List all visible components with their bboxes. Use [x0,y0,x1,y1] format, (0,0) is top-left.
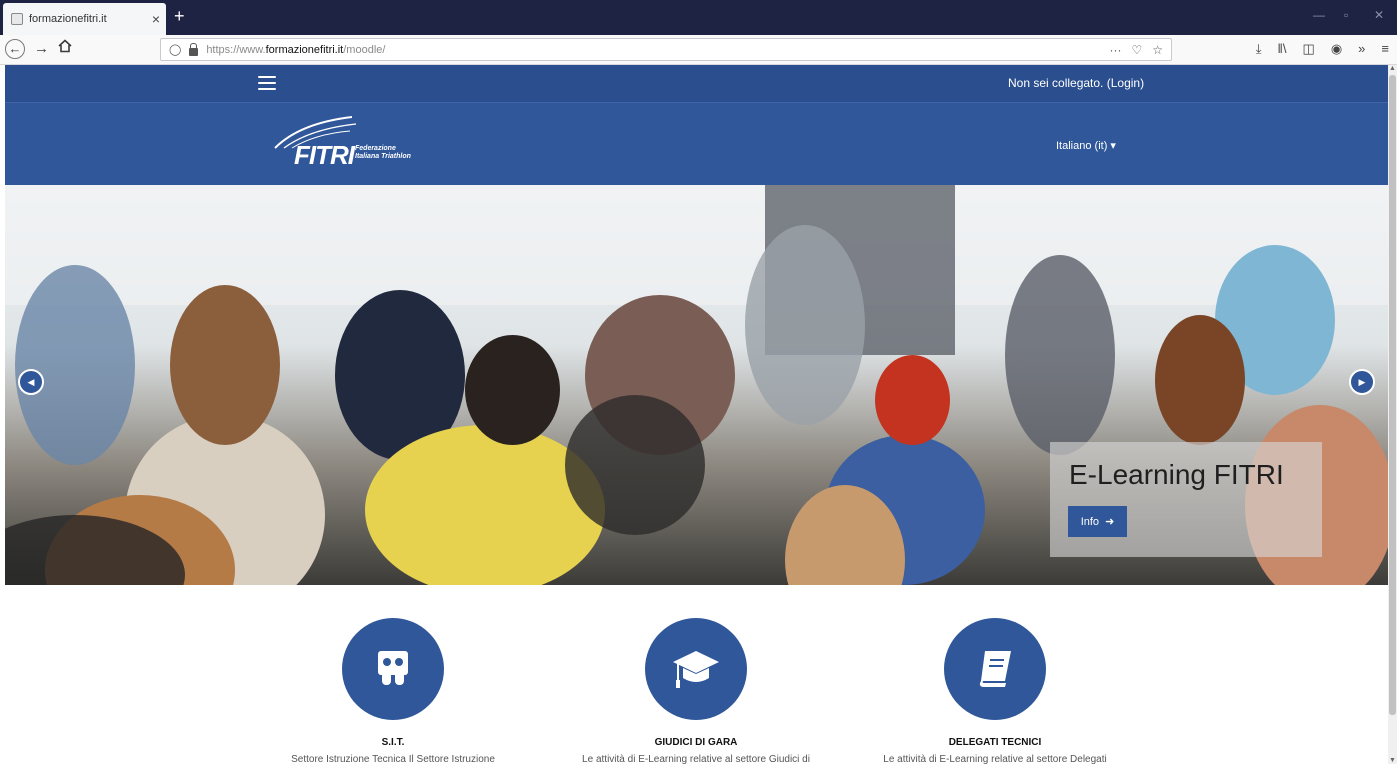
maximize-button[interactable]: ▫ [1344,8,1348,22]
feature-giudici: GIUDICI DI GARA Le attività di E-Learnin… [546,618,846,764]
account-icon[interactable]: ◉ [1331,41,1342,57]
book-icon [979,651,1011,687]
scroll-down-icon[interactable]: ▼ [1388,757,1397,764]
url-bar[interactable]: ◯ https://www. formazionefitri.it /moodl… [160,38,1172,61]
home-icon [58,39,72,53]
browser-tab[interactable]: formazionefitri.it × [3,3,166,35]
feature-delegati: DELEGATI TECNICI Le attività di E-Learni… [845,618,1145,764]
lock-icon [189,42,199,56]
browser-navbar: ← → ◯ https://www. formazionefitri.it /m… [0,35,1397,65]
features-section: S.I.T. Settore Istruzione Tecnica Il Set… [0,585,1388,764]
graduation-cap-icon [673,651,719,688]
arrow-right-icon: ➜ [1105,516,1115,528]
library-icon[interactable]: ‖\ [1278,41,1287,57]
feature-title: GIUDICI DI GARA [654,737,738,748]
feature-delegati-icon-button[interactable] [944,618,1046,720]
feature-giudici-icon-button[interactable] [645,618,747,720]
fitri-logo[interactable]: FITRI Federazione Italiana Triathlon [270,115,440,170]
page-actions-icon[interactable]: ··· [1109,43,1121,57]
bookmark-star-icon[interactable]: ☆ [1152,43,1163,57]
back-button[interactable]: ← [5,39,25,59]
carousel-next-button[interactable]: ▶ [1349,369,1375,395]
page-scrollbar[interactable]: ▲ ▼ [1388,65,1397,764]
info-button[interactable]: Info ➜ [1068,506,1127,537]
scroll-thumb[interactable] [1389,75,1396,715]
feature-sit-icon-button[interactable] [342,618,444,720]
url-prefix: https://www. [206,43,266,56]
new-tab-button[interactable]: + [174,6,185,27]
favicon-icon [11,13,23,25]
logo-text: FITRI [294,140,355,170]
feature-sit: S.I.T. Settore Istruzione Tecnica Il Set… [243,618,543,764]
overflow-icon[interactable]: » [1358,41,1365,57]
logo-subtitle: Federazione Italiana Triathlon [355,145,411,160]
page-viewport: Non sei collegato. (Login) FITRI Federaz… [0,65,1388,764]
url-domain: formazionefitri.it [265,43,344,56]
feature-description: Settore Istruzione Tecnica Il Settore Is… [291,754,495,764]
feature-description: Le attività di E-Learning relative al se… [582,754,810,764]
minimize-button[interactable]: — [1313,8,1325,22]
carousel-caption: E-Learning FITRI Info ➜ [1050,442,1322,557]
feature-description: Le attività di E-Learning relative al se… [883,754,1107,764]
hamburger-menu-icon[interactable] [258,76,276,90]
login-link[interactable]: Non sei collegato. (Login) [1008,76,1144,90]
slideshare-icon [378,651,408,685]
caption-title: E-Learning FITRI [1069,459,1284,490]
shield-icon: ◯ [169,44,182,56]
menu-icon[interactable]: ≡ [1381,41,1389,57]
carousel-prev-button[interactable]: ◀ [18,369,44,395]
caret-down-icon: ▾ [1110,140,1116,152]
home-button[interactable] [58,39,72,58]
tab-close-button[interactable]: × [152,11,160,27]
feature-title: DELEGATI TECNICI [948,737,1042,748]
url-path: /moodle/ [343,43,386,56]
site-header: FITRI Federazione Italiana Triathlon Ita… [5,103,1388,185]
scroll-up-icon[interactable]: ▲ [1388,65,1397,72]
sidebar-icon[interactable]: ◫ [1303,41,1315,57]
browser-tab-strip: formazionefitri.it × + — ▫ ✕ [0,0,1397,35]
tab-title: formazionefitri.it [29,13,107,25]
language-selector[interactable]: Italiano (it) ▾ [1056,139,1116,152]
forward-button[interactable]: → [34,40,49,58]
feature-title: S.I.T. [381,737,405,748]
site-topbar: Non sei collegato. (Login) [5,65,1388,103]
hero-carousel: ◀ ▶ E-Learning FITRI Info ➜ [5,185,1388,585]
close-window-button[interactable]: ✕ [1374,8,1384,22]
pocket-icon[interactable]: ♡ [1131,43,1142,57]
downloads-icon[interactable]: ⤓ [1256,41,1262,57]
